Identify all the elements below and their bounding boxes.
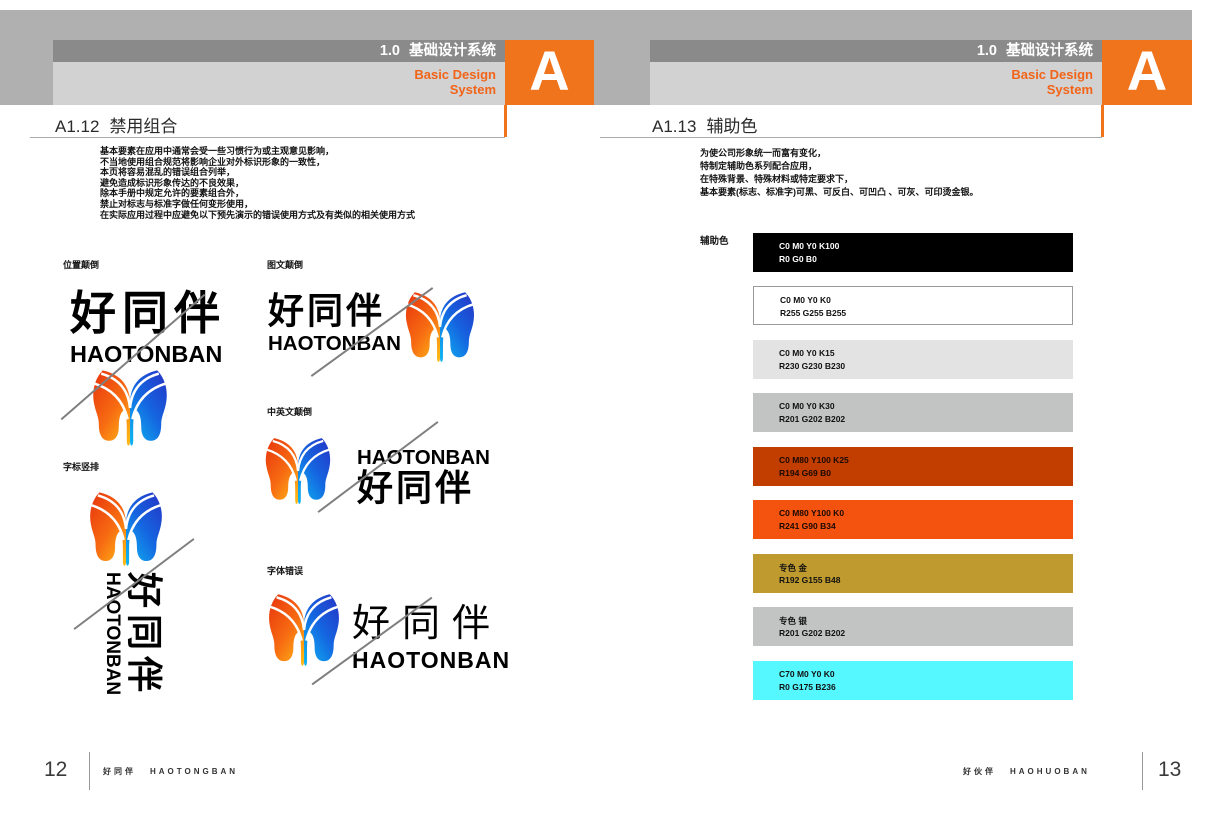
color-swatch-gold: 专色 金 R192 G155 B48 bbox=[753, 554, 1073, 593]
left-intro-text: 基本要素在应用中通常会受一些习惯行为或主观意见影响， 不当地使用组合规范将影响企… bbox=[100, 146, 415, 220]
left-section-letter-box: A bbox=[505, 40, 594, 105]
color-swatch-cyan: C70 M0 Y0 K0 R0 G175 B236 bbox=[753, 661, 1073, 700]
color-swatch-black: C0 M0 Y0 K100 R0 G0 B0 bbox=[753, 233, 1073, 272]
logotype-en: HAOTONBAN bbox=[352, 649, 510, 672]
right-section-letter-box: A bbox=[1102, 40, 1192, 105]
left-page-number: 12 bbox=[44, 758, 67, 782]
left-edge-strip bbox=[0, 40, 53, 105]
logo-mark bbox=[88, 368, 172, 448]
logotype-en: HAOTONBAN bbox=[268, 334, 401, 355]
color-swatch-gray-30: C0 M0 Y0 K30 R201 G202 B202 bbox=[753, 393, 1073, 432]
section-title-en2: System bbox=[650, 82, 1093, 97]
swatch-cmyk: C0 M0 Y0 K100 bbox=[779, 241, 839, 251]
color-swatch-white: C0 M0 Y0 K0 R255 G255 B255 bbox=[753, 286, 1073, 325]
logotype-cn: 好同伴 bbox=[268, 293, 385, 329]
left-header-dark-bar: 1.0 基础设计系统 bbox=[53, 40, 505, 62]
header-band bbox=[0, 10, 1192, 40]
swatch-column-label: 辅助色 bbox=[700, 233, 729, 247]
left-title-rule bbox=[30, 137, 505, 138]
intro-line: 不当地使用组合规范将影响企业对外标识形象的一致性， bbox=[100, 157, 415, 168]
example-label-wrong-font: 字体错误 bbox=[267, 564, 303, 577]
right-page-title-text: 辅助色 bbox=[706, 117, 757, 136]
intro-line: 本页将容易混乱的错误组合列举， bbox=[100, 167, 415, 178]
swatch-cmyk: C0 M0 Y0 K15 bbox=[779, 348, 835, 358]
right-accent-vline bbox=[1101, 105, 1104, 137]
swatch-rgb: R255 G255 B255 bbox=[780, 308, 846, 318]
swatch-cmyk: C0 M0 Y0 K0 bbox=[780, 295, 831, 305]
section-number: 1.0 bbox=[977, 43, 997, 59]
intro-line: 在实际应用过程中应避免以下预先演示的错误使用方式及有类似的相关使用方式 bbox=[100, 210, 415, 221]
section-letter: A bbox=[1127, 39, 1167, 102]
left-header-light-bar: Basic Design System bbox=[53, 62, 505, 105]
manual-spread: 1.0 基础设计系统 Basic Design System A A1.12 禁用组… bbox=[0, 0, 1208, 826]
logo-mark bbox=[262, 436, 334, 506]
section-title-en1: Basic Design bbox=[650, 67, 1093, 82]
swatch-rgb: R0 G0 B0 bbox=[779, 254, 817, 264]
logo-mark bbox=[83, 490, 169, 568]
swatch-rgb: R201 G202 B202 bbox=[779, 628, 845, 638]
swatch-cmyk: C0 M80 Y100 K0 bbox=[779, 508, 844, 518]
section-number: 1.0 bbox=[380, 43, 400, 59]
color-swatch-gray-15: C0 M0 Y0 K15 R230 G230 B230 bbox=[753, 340, 1073, 379]
swatch-rgb: R194 G69 B0 bbox=[779, 468, 831, 478]
example-label-vertical-lockup: 字标竖排 bbox=[63, 460, 99, 473]
right-page-code: A1.13 bbox=[652, 117, 696, 136]
logotype-cn: 好同伴 bbox=[126, 572, 162, 742]
left-footer-divider bbox=[89, 752, 90, 790]
left-page-title: A1.12 禁用组合 bbox=[55, 112, 177, 137]
swatch-cmyk: C0 M0 Y0 K30 bbox=[779, 401, 835, 411]
logotype-cn: 好同伴 bbox=[357, 470, 474, 506]
swatch-cmyk: C70 M0 Y0 K0 bbox=[779, 669, 835, 679]
center-gutter-strip bbox=[594, 40, 650, 105]
left-page-code: A1.12 bbox=[55, 117, 99, 136]
right-page-title: A1.13 辅助色 bbox=[652, 112, 757, 137]
color-swatch-orange-red: C0 M80 Y100 K0 R241 G90 B34 bbox=[753, 500, 1073, 539]
section-title-en2: System bbox=[53, 82, 496, 97]
left-page-title-text: 禁用组合 bbox=[109, 117, 177, 136]
right-title-rule bbox=[600, 137, 1102, 138]
swatch-rgb: R241 G90 B34 bbox=[779, 521, 836, 531]
intro-line: 基本要素在应用中通常会受一些习惯行为或主观意见影响， bbox=[100, 146, 415, 157]
footer-brand-en: HAOHUOBAN bbox=[1010, 767, 1090, 776]
intro-line: 特制定辅助色系列配合应用， bbox=[700, 160, 979, 173]
intro-line: 禁止对标志与标准字做任何变形使用， bbox=[100, 199, 415, 210]
swatch-rgb: R230 G230 B230 bbox=[779, 361, 845, 371]
right-intro-text: 为使公司形象统一而富有变化， 特制定辅助色系列配合应用， 在特殊背景、特殊材料或… bbox=[700, 147, 979, 199]
color-swatch-dark-red: C0 M80 Y100 K25 R194 G69 B0 bbox=[753, 447, 1073, 486]
right-header-light-bar: Basic Design System bbox=[650, 62, 1102, 105]
swatch-rgb: R192 G155 B48 bbox=[779, 575, 840, 585]
intro-line: 基本要素(标志、标准字)可黑、可反白、可凹凸 、可灰、可印烫金银。 bbox=[700, 186, 979, 199]
swatch-rgb: R0 G175 B236 bbox=[779, 682, 836, 692]
intro-line: 避免造成标识形象传达的不良效果， bbox=[100, 178, 415, 189]
section-title-cn: 基础设计系统 bbox=[1006, 43, 1093, 59]
footer-brand-en: HAOTONGBAN bbox=[150, 767, 238, 776]
swatch-spot-name: 专色 金 bbox=[779, 562, 807, 574]
footer-brand-cn: 好同伴 bbox=[103, 767, 136, 776]
swatch-spot-name: 专色 银 bbox=[779, 615, 807, 627]
right-header-dark-bar: 1.0 基础设计系统 bbox=[650, 40, 1102, 62]
intro-line: 在特殊背景、特殊材料或特定要求下， bbox=[700, 173, 979, 186]
left-accent-vline bbox=[504, 105, 507, 137]
color-swatch-silver: 专色 银 R201 G202 B202 bbox=[753, 607, 1073, 646]
example-label-position-inverted: 位置颠倒 bbox=[63, 258, 99, 271]
vertical-lockup: 好同伴 HAOTONBAN bbox=[96, 572, 162, 742]
intro-line: 除本手册中规定允许的要素组合外， bbox=[100, 188, 415, 199]
footer-brand-cn: 好伙伴 bbox=[963, 767, 996, 776]
right-page-number: 13 bbox=[1158, 758, 1181, 782]
right-footer-brand: 好伙伴 HAOHUOBAN bbox=[963, 766, 1090, 777]
swatch-rgb: R201 G202 B202 bbox=[779, 414, 845, 424]
logo-mark bbox=[265, 592, 343, 668]
right-footer-divider bbox=[1142, 752, 1143, 790]
intro-line: 为使公司形象统一而富有变化， bbox=[700, 147, 979, 160]
section-title-cn: 基础设计系统 bbox=[409, 43, 496, 59]
example-label-image-text-inverted: 图文颠倒 bbox=[267, 258, 303, 271]
swatch-cmyk: C0 M80 Y100 K25 bbox=[779, 455, 849, 465]
section-letter: A bbox=[529, 39, 569, 102]
section-title-en1: Basic Design bbox=[53, 67, 496, 82]
example-label-cn-en-inverted: 中英文颠倒 bbox=[267, 405, 312, 418]
left-footer-brand: 好同伴 HAOTONGBAN bbox=[103, 766, 238, 777]
